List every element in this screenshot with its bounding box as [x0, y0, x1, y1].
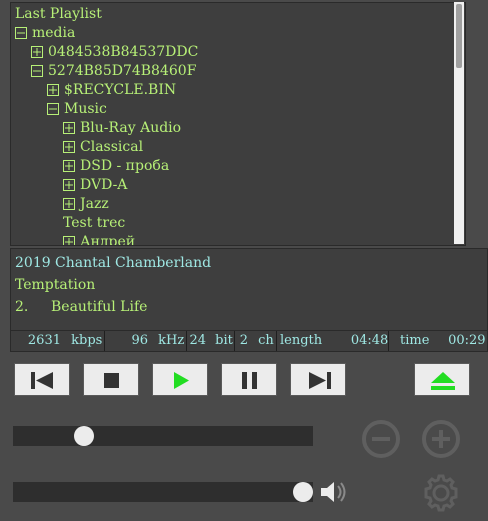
volume-slider[interactable] [13, 482, 313, 502]
tree-item[interactable]: Blu-Ray Audio [63, 119, 181, 138]
skip-next-icon [309, 372, 331, 389]
bit-depth-value: 24 [189, 333, 206, 348]
channels-unit: ch [258, 333, 274, 348]
tree-item[interactable]: 5274B85D74B8460F [31, 62, 196, 81]
collapse-icon[interactable] [15, 27, 27, 39]
tree-item-label: Jazz [80, 196, 109, 212]
tree-item-label: Classical [80, 139, 144, 155]
length-cell: length 04:48 [276, 331, 389, 351]
pause-button[interactable] [221, 363, 277, 396]
bit-depth-cell: 24 bit [186, 331, 235, 351]
tree-item-label: 5274B85D74B8460F [48, 63, 197, 79]
expand-icon[interactable] [63, 122, 75, 134]
channels-value: 2 [239, 333, 248, 348]
channels-cell: 2 ch [234, 331, 277, 351]
expand-icon[interactable] [63, 141, 75, 153]
expand-icon[interactable] [63, 198, 75, 210]
tree-item[interactable]: 0484538B84537DDC [31, 43, 198, 62]
bitrate-unit: kbps [71, 333, 103, 348]
expand-icon[interactable] [47, 84, 59, 96]
play-icon [174, 372, 189, 389]
tree-item[interactable]: Jazz [63, 195, 109, 214]
time-cell: time 00:29 [388, 331, 487, 351]
sample-rate-value: 96 [131, 333, 148, 348]
tree-item-label: $RECYCLE.BIN [64, 82, 177, 98]
tree-item-label: 0484538B84537DDC [48, 44, 199, 60]
tree-item[interactable]: DVD-A [63, 176, 127, 195]
next-button[interactable] [290, 363, 346, 396]
volume-slider-knob[interactable] [293, 482, 313, 502]
playlist-tree[interactable]: Last Playlist media 0484538B84537DDC 5274B… [10, 2, 466, 246]
expand-icon[interactable] [63, 179, 75, 191]
collapse-icon[interactable] [47, 103, 59, 115]
collapse-icon[interactable] [31, 65, 43, 77]
speaker-icon[interactable] [318, 478, 348, 506]
playlist-scrollbar[interactable] [454, 2, 464, 244]
track-album: Temptation [15, 277, 96, 293]
sample-rate-cell: 96 kHz [104, 331, 187, 351]
tree-item-label: DSD - проба [80, 158, 170, 174]
tree-item-label: Music [64, 101, 107, 117]
tree-item[interactable]: Test trec [63, 214, 125, 233]
previous-button[interactable] [14, 363, 70, 396]
tree-item-label: Blu-Ray Audio [80, 120, 182, 136]
skip-previous-icon [31, 372, 53, 389]
expand-icon[interactable] [31, 46, 43, 58]
track-title: Beautiful Life [51, 299, 148, 315]
playlist-scroll-thumb[interactable] [456, 4, 462, 68]
tree-item[interactable]: Classical [63, 138, 143, 157]
tree-item[interactable]: media [15, 24, 75, 43]
tree-item-label: Test trec [63, 215, 126, 231]
play-button[interactable] [152, 363, 208, 396]
eject-icon [431, 372, 455, 390]
stop-button[interactable] [83, 363, 139, 396]
zoom-out-icon[interactable] [360, 418, 402, 460]
eject-button[interactable] [414, 363, 470, 396]
expand-icon[interactable] [63, 236, 75, 245]
bitrate-cell: 2631 kbps [11, 331, 105, 351]
expand-icon[interactable] [63, 160, 75, 172]
now-playing-panel: 2019 Chantal Chamberland Temptation 2. B… [10, 248, 488, 332]
time-value: 00:29 [448, 333, 486, 348]
status-bar: 2631 kbps 96 kHz 24 bit 2 ch length 04:4… [10, 330, 488, 352]
tree-item-label: DVD-A [80, 177, 128, 193]
stop-icon [104, 373, 119, 388]
pause-icon [242, 372, 257, 389]
track-year: 2019 [15, 255, 51, 271]
sample-rate-unit: kHz [158, 333, 185, 348]
gear-icon[interactable] [420, 472, 462, 514]
tree-item-label: Андрей [80, 234, 136, 246]
tree-item[interactable]: Андрей [63, 233, 136, 246]
time-label: time [400, 333, 430, 348]
tree-item[interactable]: $RECYCLE.BIN [47, 81, 176, 100]
playlist-root-label: Last Playlist [15, 6, 102, 22]
position-slider-knob[interactable] [73, 426, 94, 446]
playlist-root[interactable]: Last Playlist [15, 5, 102, 24]
track-artist: Chantal Chamberland [55, 255, 212, 271]
tree-item-label: media [32, 25, 76, 41]
position-slider[interactable] [13, 426, 313, 446]
bitrate-value: 2631 [27, 333, 61, 348]
track-number: 2. [15, 299, 29, 315]
zoom-in-icon[interactable] [420, 418, 462, 460]
bit-depth-unit: bit [215, 333, 233, 348]
tree-item[interactable]: DSD - проба [63, 157, 169, 176]
tree-item[interactable]: Music [47, 100, 107, 119]
length-value: 04:48 [350, 333, 389, 348]
length-label: length [280, 333, 323, 348]
